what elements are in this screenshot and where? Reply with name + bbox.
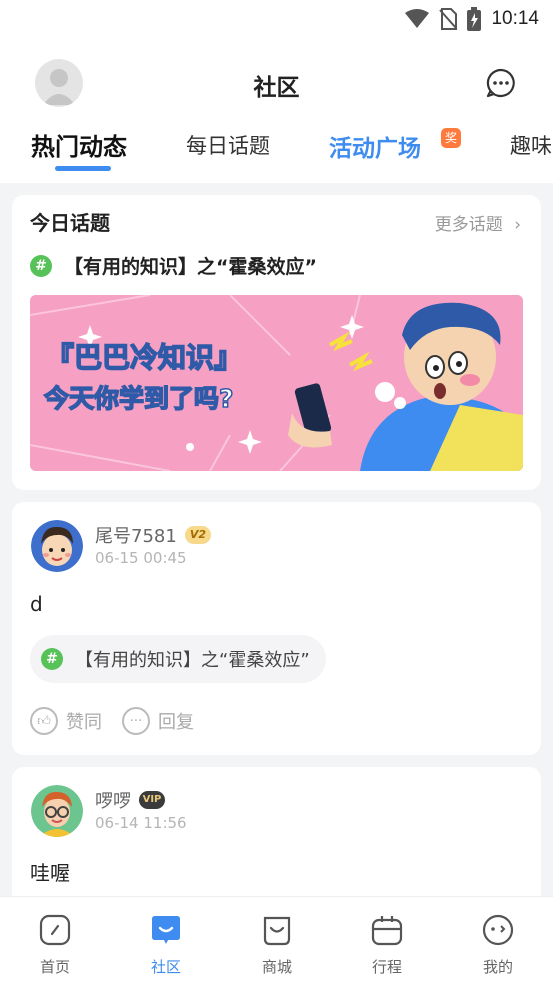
more-topics-label: 更多话题	[434, 215, 503, 235]
post-body: 哇喔	[30, 861, 70, 885]
nav-label: 行程	[371, 958, 402, 976]
nav-label: 社区	[150, 958, 181, 976]
nav-label: 商城	[261, 958, 292, 976]
no-sim-icon	[439, 8, 458, 30]
thumbs-up-icon: 👍︎	[30, 707, 58, 735]
like-button[interactable]: 👍︎ 赞同	[30, 707, 102, 735]
avatar[interactable]	[31, 520, 83, 572]
tab-hot-feed[interactable]: 热门动态	[31, 127, 127, 162]
hashtag-icon: #	[30, 254, 52, 277]
post-card[interactable]: 尾号7581 V2 06-15 00:45 d # 【有用的知识】之“霍桑效应”…	[12, 502, 541, 755]
banner-illustration: 『巴巴冷知识』 今天你学到了吗?	[30, 295, 523, 471]
banner-line1: 『巴巴冷知识』	[46, 341, 242, 374]
post-body: d	[30, 592, 43, 616]
home-icon	[39, 914, 71, 946]
topic-title: 【有用的知识】之“霍桑效应”	[64, 256, 317, 278]
bottom-nav: 首页 社区 商城 行程 我的	[0, 896, 553, 983]
like-label: 赞同	[66, 712, 102, 733]
community-icon	[152, 916, 180, 944]
active-tab-indicator	[55, 166, 111, 171]
post-topic-chip[interactable]: # 【有用的知识】之“霍桑效应”	[30, 635, 326, 683]
post-actions: 👍︎ 赞同 ··· 回复	[30, 707, 214, 735]
wifi-icon	[405, 9, 430, 28]
reward-badge: 奖	[441, 128, 461, 148]
section-title: 今日话题	[30, 211, 110, 235]
topic-banner[interactable]: 『巴巴冷知识』 今天你学到了吗?	[30, 295, 523, 471]
avatar[interactable]	[31, 785, 83, 837]
more-topics-link[interactable]: 更多话题 ›	[435, 210, 521, 235]
comment-icon: ···	[122, 707, 150, 735]
post-topic-label: 【有用的知识】之“霍桑效应”	[75, 650, 310, 671]
post-time: 06-14 11:56	[95, 814, 187, 832]
tab-daily-topic[interactable]: 每日话题	[186, 130, 270, 160]
nav-home[interactable]: 首页	[15, 913, 95, 977]
post-author[interactable]: 尾号7581 V2	[95, 522, 211, 548]
chevron-right-icon: ›	[514, 215, 521, 235]
shop-bag-icon	[263, 916, 291, 946]
hashtag-icon: #	[41, 648, 63, 670]
nav-community[interactable]: 社区	[126, 913, 206, 977]
post-card[interactable]: 啰啰 VIP 06-14 11:56 哇喔	[12, 767, 541, 907]
status-bar: 10:14	[0, 0, 553, 38]
tab-activity-square[interactable]: 活动广场	[329, 129, 421, 163]
nav-profile[interactable]: 我的	[458, 913, 538, 977]
reply-label: 回复	[158, 712, 194, 733]
reply-button[interactable]: ··· 回复	[122, 707, 194, 735]
nav-trip[interactable]: 行程	[347, 913, 427, 977]
nav-shop[interactable]: 商城	[237, 913, 317, 977]
profile-icon	[482, 914, 514, 946]
battery-icon	[467, 7, 482, 31]
post-author[interactable]: 啰啰 VIP	[95, 787, 165, 813]
header: 社区 热门动态 每日话题 活动广场 奖 趣味	[0, 38, 553, 183]
nav-label: 我的	[482, 958, 513, 976]
chat-bubble-icon[interactable]	[485, 67, 517, 99]
clock: 10:14	[491, 8, 539, 29]
tab-fun[interactable]: 趣味	[510, 130, 552, 160]
today-topic-card: 今日话题 更多话题 › # 【有用的知识】之“霍桑效应” 『巴巴冷知识』 今天你…	[12, 195, 541, 490]
post-time: 06-15 00:45	[95, 549, 187, 567]
vip-badge: VIP	[139, 791, 165, 809]
tab-bar: 热门动态 每日话题 活动广场 奖 趣味	[0, 126, 553, 183]
username: 啰啰	[95, 791, 131, 812]
trip-icon	[371, 916, 403, 946]
username: 尾号7581	[95, 526, 177, 547]
page-title: 社区	[253, 75, 300, 101]
topic-link[interactable]: # 【有用的知识】之“霍桑效应”	[30, 252, 317, 279]
banner-line2: 今天你学到了吗?	[44, 384, 234, 413]
nav-label: 首页	[39, 958, 70, 976]
level-badge: V2	[184, 526, 211, 544]
